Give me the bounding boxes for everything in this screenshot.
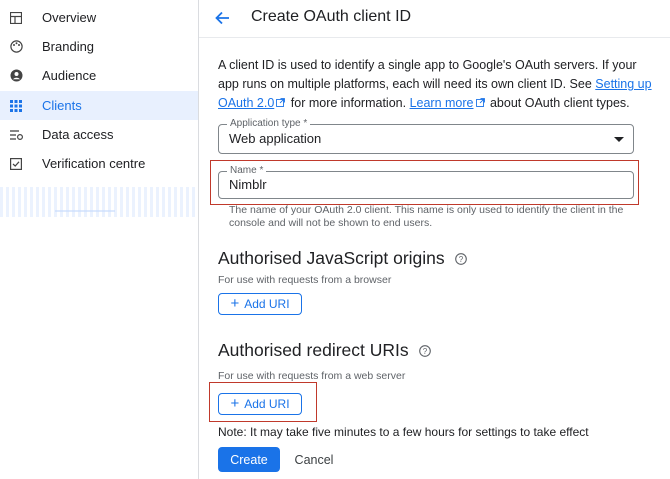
- intro-text: A client ID is used to identify a single…: [218, 56, 658, 113]
- name-field-label: Name *: [227, 165, 267, 177]
- dropdown-arrow-icon: [614, 137, 624, 142]
- header-divider: [199, 37, 670, 38]
- main-panel: Create OAuth client ID A client ID is us…: [199, 0, 670, 479]
- sidebar-item-label: Verification centre: [42, 156, 146, 171]
- settings-note: Note: It may take five minutes to a few …: [218, 425, 589, 439]
- cancel-button[interactable]: Cancel: [289, 447, 339, 472]
- svg-text:?: ?: [422, 347, 427, 356]
- page-title: Create OAuth client ID: [251, 8, 412, 25]
- back-arrow-icon[interactable]: [213, 8, 233, 28]
- add-uri-label: Add URI: [244, 297, 290, 311]
- sidebar-item-clients[interactable]: Clients: [0, 91, 198, 120]
- dashboard-icon: [9, 11, 23, 25]
- grid-icon: [9, 99, 23, 113]
- js-origins-title-text: Authorised JavaScript origins: [218, 248, 445, 268]
- palette-icon: [9, 40, 23, 54]
- faded-artifact-line: [55, 210, 115, 212]
- intro-text-part: about OAuth client types.: [486, 96, 630, 110]
- intro-text-part: for more information.: [287, 96, 410, 110]
- name-field[interactable]: Name * Nimblr: [218, 165, 634, 199]
- add-uri-label: Add URI: [244, 397, 290, 411]
- help-icon[interactable]: ?: [418, 345, 431, 357]
- redirect-uris-title: Authorised redirect URIs?: [218, 340, 431, 361]
- create-button[interactable]: Create: [218, 447, 280, 472]
- js-origins-title: Authorised JavaScript origins?: [218, 248, 467, 269]
- application-type-select[interactable]: Application type * Web application: [218, 118, 634, 154]
- sidebar-item-label: Branding: [42, 39, 95, 54]
- sidebar-item-label: Clients: [42, 98, 82, 113]
- redirect-uris-subtitle: For use with requests from a web server: [218, 370, 406, 382]
- application-type-label: Application type *: [227, 118, 311, 130]
- name-helper-text: The name of your OAuth 2.0 client. This …: [229, 204, 624, 229]
- sidebar-item-data-access[interactable]: Data access: [0, 120, 198, 149]
- sidebar-item-audience[interactable]: Audience: [0, 61, 198, 90]
- help-icon[interactable]: ?: [454, 253, 467, 265]
- sidebar-item-verification-centre[interactable]: Verification centre: [0, 149, 198, 178]
- external-link-icon: [475, 98, 485, 107]
- redirect-uris-title-text: Authorised redirect URIs: [218, 340, 409, 360]
- js-origins-subtitle: For use with requests from a browser: [218, 274, 392, 286]
- sidebar-item-overview[interactable]: Overview: [0, 3, 198, 32]
- add-js-origin-uri-button[interactable]: + Add URI: [218, 293, 302, 315]
- sidebar-item-label: Overview: [42, 10, 97, 25]
- faded-artifact: [0, 187, 198, 217]
- name-field-value: Nimblr: [229, 177, 267, 192]
- tune-icon: [9, 128, 23, 142]
- account-circle-icon: [9, 69, 23, 83]
- svg-text:?: ?: [458, 255, 463, 264]
- sidebar: Overview Branding Audience Clients Data …: [0, 0, 199, 479]
- sidebar-item-label: Audience: [42, 68, 97, 83]
- learn-more-link[interactable]: Learn more: [410, 96, 474, 110]
- application-type-value: Web application: [229, 131, 322, 146]
- add-redirect-uri-button[interactable]: + Add URI: [218, 393, 302, 415]
- sidebar-item-branding[interactable]: Branding: [0, 32, 198, 61]
- external-link-icon: [276, 98, 286, 107]
- plus-icon: +: [230, 395, 240, 412]
- intro-text-part: A client ID is used to identify a single…: [218, 58, 637, 91]
- plus-icon: +: [230, 295, 240, 312]
- checkbox-icon: [9, 157, 23, 171]
- sidebar-item-label: Data access: [42, 127, 114, 142]
